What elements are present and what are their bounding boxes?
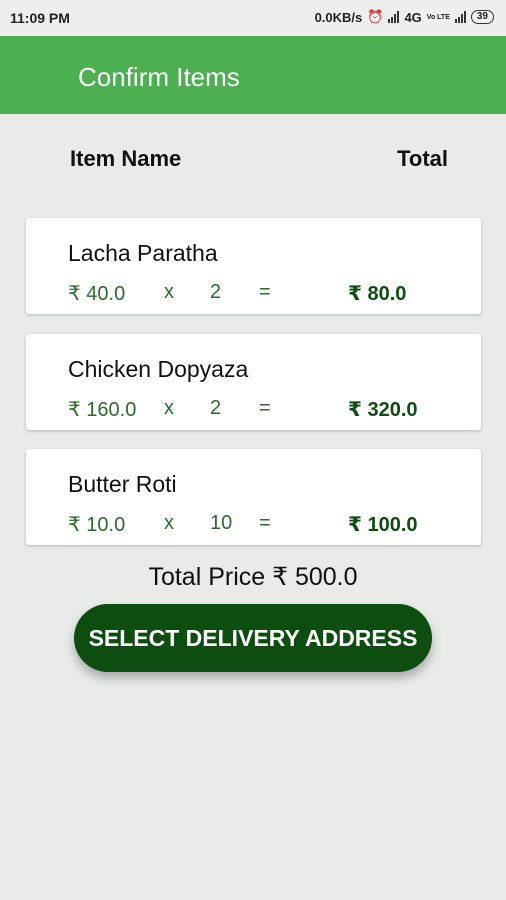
signal-icon <box>388 11 400 23</box>
app-bar: Confirm Items <box>0 36 506 114</box>
equals-sign: = <box>259 512 271 534</box>
equals-sign: = <box>259 397 271 419</box>
table-header: Item Name Total <box>0 146 506 178</box>
equals-sign: = <box>259 281 271 303</box>
total-price: Total Price ₹ 500.0 <box>148 563 358 591</box>
header-item-name: Item Name <box>70 146 182 171</box>
item-name: Butter Roti <box>68 471 177 497</box>
item-total: ₹ 80.0 <box>348 283 407 305</box>
times-sign: x <box>164 512 174 534</box>
status-icons: 0.0KB/s ⏰ 4G Vo LTE 39 <box>315 9 494 25</box>
signal-icon-2 <box>454 11 466 23</box>
header-total: Total <box>397 146 448 171</box>
select-delivery-address-button[interactable]: SELECT DELIVERY ADDRESS <box>74 604 432 672</box>
item-quantity: 2 <box>210 281 222 303</box>
item-quantity: 2 <box>210 397 222 419</box>
item-price: ₹ 40.0 <box>68 283 126 305</box>
item-price: ₹ 10.0 <box>68 514 126 536</box>
item-total: ₹ 320.0 <box>348 399 418 421</box>
times-sign: x <box>164 281 174 303</box>
item-price: ₹ 160.0 <box>68 399 137 421</box>
network-speed: 0.0KB/s <box>314 9 363 25</box>
item-name: Chicken Dopyaza <box>68 356 249 382</box>
status-bar: 11:09 PM 0.0KB/s ⏰ 4G Vo LTE 39 <box>0 0 506 36</box>
volte-icon: Vo LTE <box>426 13 450 21</box>
times-sign: x <box>164 397 174 419</box>
page-title: Confirm Items <box>78 62 240 92</box>
alarm-off-icon: ⏰ <box>367 9 384 24</box>
item-card: Lacha Paratha ₹ 40.0 x 2 = ₹ 80.0 <box>26 218 481 314</box>
item-name: Lacha Paratha <box>68 240 218 266</box>
battery-icon: 39 <box>470 10 494 24</box>
item-quantity: 10 <box>210 512 233 534</box>
status-time: 11:09 PM <box>10 10 70 26</box>
item-card: Chicken Dopyaza ₹ 160.0 x 2 = ₹ 320.0 <box>26 334 481 430</box>
item-total: ₹ 100.0 <box>348 514 418 536</box>
network-type: 4G <box>404 9 422 25</box>
item-card: Butter Roti ₹ 10.0 x 10 = ₹ 100.0 <box>26 449 481 545</box>
